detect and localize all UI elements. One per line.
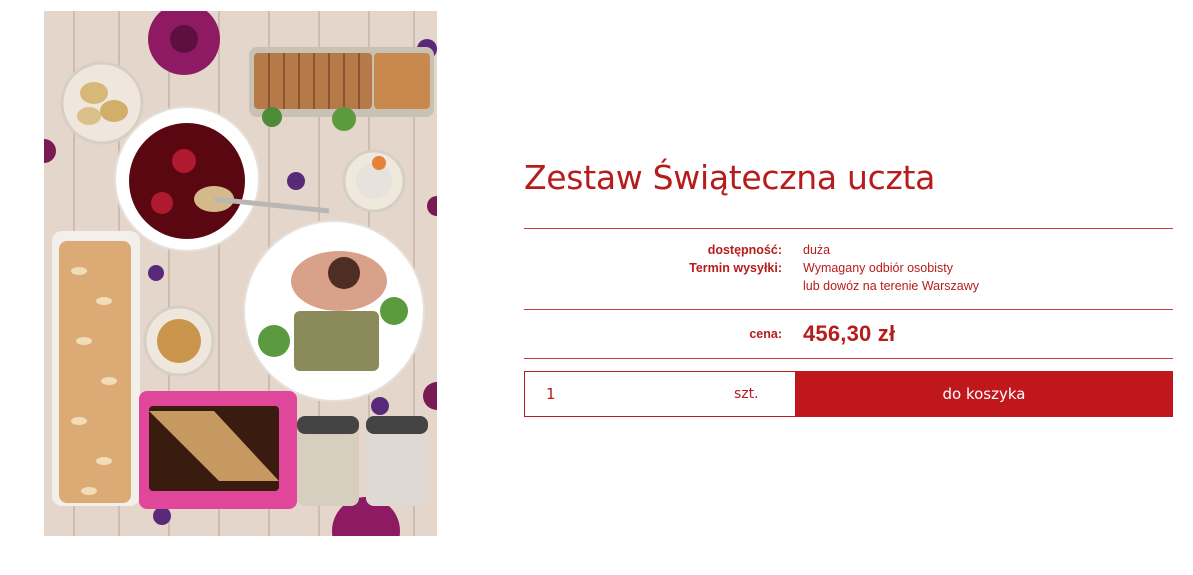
add-to-cart-button[interactable]: do koszyka (795, 371, 1173, 417)
price-value: 456,30 zł (803, 321, 896, 346)
quantity-unit: szt. (734, 386, 759, 402)
product-info: dostępność: duża Termin wysyłki: Wymagan… (524, 229, 1173, 309)
shipping-label: Termin wysyłki: (689, 261, 782, 275)
quantity-input[interactable] (544, 384, 698, 404)
divider (524, 309, 1173, 310)
divider (524, 358, 1173, 359)
quantity-box: szt. (524, 371, 795, 417)
availability-row: dostępność: duża (524, 241, 1173, 259)
price-row: cena: 456,30 zł (524, 310, 1173, 358)
shipping-row: Termin wysyłki: Wymagany odbiór osobisty… (524, 259, 1173, 295)
product-details: Zestaw Świąteczna uczta dostępność: duża… (524, 150, 1173, 417)
product-page: Zestaw Świąteczna uczta dostępność: duża… (0, 0, 1193, 575)
product-title: Zestaw Świąteczna uczta (524, 158, 936, 197)
availability-label: dostępność: (707, 243, 782, 257)
price-label: cena: (749, 327, 782, 341)
shipping-value: Wymagany odbiór osobisty lub dowóz na te… (803, 261, 980, 293)
availability-value: duża (803, 243, 831, 257)
product-photo (44, 11, 437, 536)
add-to-cart-form: szt. do koszyka (524, 371, 1173, 417)
divider (524, 228, 1173, 229)
